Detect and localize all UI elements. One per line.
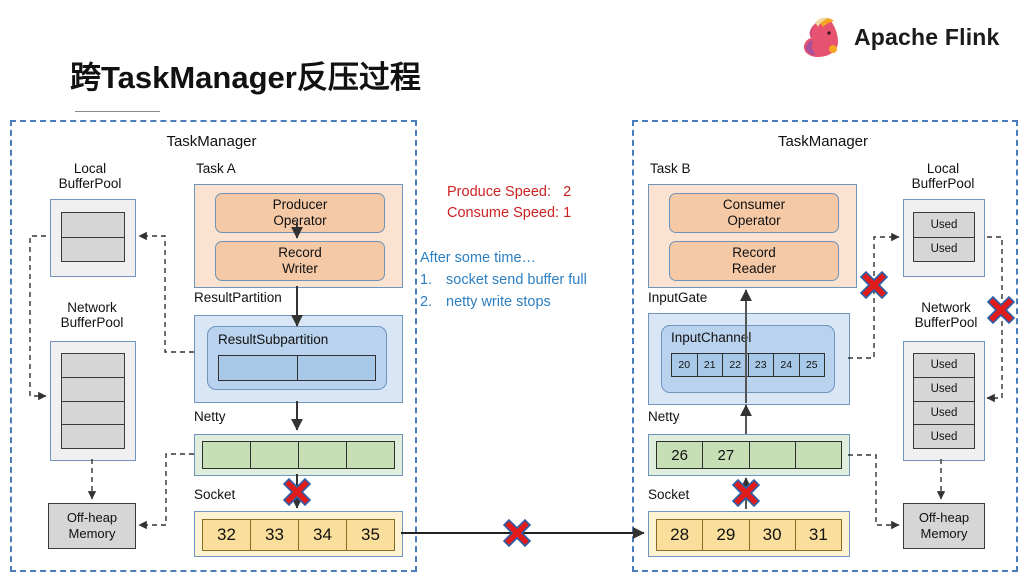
- task-a-box: Producer Operator Record Writer: [194, 184, 403, 288]
- produce-speed-label: Produce Speed:: [447, 184, 551, 200]
- socket-cell: 35: [347, 520, 394, 550]
- consume-speed-value: 1: [563, 205, 572, 222]
- left-local-bufferpool-label: Local BufferPool: [58, 161, 122, 191]
- note-text: socket send buffer full: [446, 271, 587, 288]
- buffer-cell: Used: [914, 425, 974, 448]
- consume-speed-label: Consume Speed:: [447, 205, 560, 222]
- buffer-cell: [62, 237, 124, 261]
- note-annotation: After some time… 1. socket send buffer f…: [420, 248, 587, 313]
- right-taskmanager-title: TaskManager: [777, 133, 869, 150]
- result-subpartition-label: ResultSubpartition: [218, 332, 329, 347]
- flink-squirrel-icon: [804, 17, 838, 57]
- right-network-bufferpool-label: Network BufferPool: [914, 300, 978, 330]
- left-netty-label: Netty: [194, 409, 226, 424]
- right-socket-box: 28 29 30 31: [648, 511, 850, 557]
- socket-cell: 34: [299, 520, 347, 550]
- task-a-label: Task A: [196, 161, 236, 176]
- record-reader-box: Record Reader: [669, 241, 839, 281]
- left-socket-box: 32 33 34 35: [194, 511, 403, 557]
- brand-name: Apache Flink: [854, 23, 1000, 50]
- buffer-cell: [297, 356, 375, 380]
- producer-operator-box: Producer Operator: [215, 193, 385, 233]
- buffer-cell: [62, 425, 124, 448]
- note-item: 2. netty write stops: [420, 292, 587, 314]
- result-partition-label: ResultPartition: [194, 290, 282, 305]
- netty-cell: [203, 442, 251, 468]
- channel-cell: 21: [697, 354, 723, 376]
- left-socket-label: Socket: [194, 487, 236, 502]
- consumer-operator-box: Consumer Operator: [669, 193, 839, 233]
- note-number: 1.: [420, 271, 433, 288]
- note-item: 1. socket send buffer full: [420, 270, 587, 292]
- note-number: 2.: [420, 293, 433, 310]
- buffer-cell: Used: [914, 401, 974, 426]
- netty-cell: [749, 442, 796, 468]
- result-partition-box: ResultSubpartition: [194, 315, 403, 403]
- note-heading: After some time…: [420, 250, 537, 266]
- channel-cell: 20: [672, 354, 698, 376]
- input-gate-label: InputGate: [648, 290, 708, 305]
- netty-cell: [795, 442, 841, 468]
- netty-cell: 26: [657, 442, 704, 468]
- left-netty-cells: [202, 441, 395, 469]
- buffer-cell: [62, 213, 124, 238]
- input-channel-label: InputChannel: [671, 330, 752, 345]
- socket-cell: 31: [795, 520, 841, 550]
- netty-cell: [299, 442, 347, 468]
- left-netty-box: [194, 434, 403, 476]
- right-network-bufferpool: Used Used Used Used: [903, 341, 985, 461]
- socket-cell: 29: [703, 520, 750, 550]
- brand-logo: Apache Flink: [800, 14, 1010, 60]
- result-subpartition-cells: [218, 355, 376, 381]
- right-netty-label: Netty: [648, 409, 680, 424]
- channel-cell: 22: [723, 354, 749, 376]
- right-socket-cells: 28 29 30 31: [656, 519, 842, 551]
- input-gate-box: InputChannel 20 21 22 23 24 25: [648, 313, 850, 405]
- socket-cell: 28: [657, 520, 704, 550]
- socket-cell: 33: [251, 520, 299, 550]
- left-offheap-memory: Off-heap Memory: [48, 503, 136, 549]
- buffer-cell: Used: [914, 354, 974, 378]
- right-local-bufferpool: Used Used: [903, 199, 985, 277]
- left-socket-cells: 32 33 34 35: [202, 519, 395, 551]
- buffer-cell: [62, 354, 124, 378]
- input-channel-cells: 20 21 22 23 24 25: [671, 353, 825, 377]
- result-subpartition-box: ResultSubpartition: [207, 326, 387, 390]
- right-offheap-memory: Off-heap Memory: [903, 503, 985, 549]
- netty-cell: 27: [703, 442, 750, 468]
- netty-cell: [347, 442, 394, 468]
- left-network-bufferpool-label: Network BufferPool: [60, 300, 124, 330]
- netty-cell: [251, 442, 299, 468]
- right-netty-box: 26 27: [648, 434, 850, 476]
- speed-annotation: Produce Speed: 2 Consume Speed: 1: [447, 182, 571, 225]
- buffer-cell: [62, 401, 124, 426]
- record-writer-box: Record Writer: [215, 241, 385, 281]
- left-network-bufferpool: [50, 341, 136, 461]
- socket-cell: 30: [749, 520, 796, 550]
- task-b-label: Task B: [650, 161, 691, 176]
- right-socket-label: Socket: [648, 487, 690, 502]
- note-text: netty write stops: [446, 293, 551, 310]
- channel-cell: 23: [748, 354, 774, 376]
- buffer-cell: [219, 356, 298, 380]
- buffer-cell: Used: [914, 213, 974, 238]
- title-divider: [75, 111, 160, 112]
- left-taskmanager-title: TaskManager: [166, 133, 257, 150]
- buffer-cell: Used: [914, 237, 974, 261]
- channel-cell: 24: [774, 354, 800, 376]
- left-local-bufferpool: [50, 199, 136, 277]
- red-x-icon: [502, 518, 532, 548]
- right-local-bufferpool-label: Local BufferPool: [911, 161, 975, 191]
- page-title: 跨TaskManager反压过程: [70, 60, 421, 95]
- buffer-cell: Used: [914, 377, 974, 402]
- right-netty-cells: 26 27: [656, 441, 842, 469]
- channel-cell: 25: [799, 354, 824, 376]
- buffer-cell: [62, 377, 124, 402]
- produce-speed-value: 2: [563, 184, 572, 200]
- task-b-box: Consumer Operator Record Reader: [648, 184, 857, 288]
- input-channel-box: InputChannel 20 21 22 23 24 25: [661, 325, 835, 393]
- socket-cell: 32: [203, 520, 251, 550]
